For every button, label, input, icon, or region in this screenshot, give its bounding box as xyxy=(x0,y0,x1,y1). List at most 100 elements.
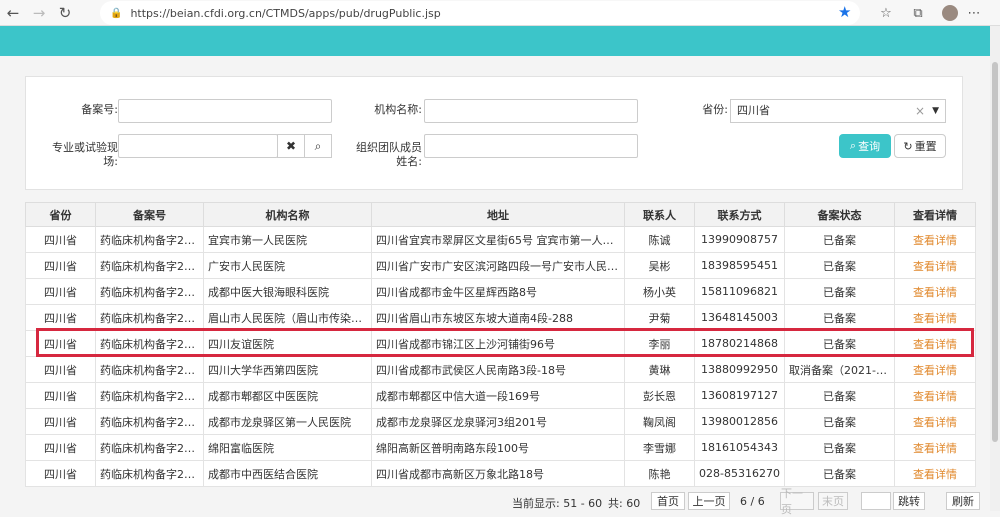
refresh-button[interactable]: 刷新 xyxy=(946,492,980,510)
cell-contact: 陈诚 xyxy=(624,226,695,253)
last-page-button[interactable]: 末页 xyxy=(818,492,848,510)
team-label-line2: 姓名: xyxy=(396,155,422,168)
cell-status: 已备案 xyxy=(784,408,895,435)
cell-record-no: 药临床机构备字20210... xyxy=(95,408,204,435)
table-row: 四川省药临床机构备字20210...成都市中西医结合医院四川省成都市高新区万象北… xyxy=(25,460,976,487)
results-table-wrap: 省份 备案号 机构名称 地址 联系人 联系方式 备案状态 查看详情 四川省 药临床… xyxy=(25,202,976,487)
cell-address: 四川省眉山市东坡区东坡大道南4段-288 xyxy=(371,304,625,331)
column-header: 省份 xyxy=(25,202,96,227)
province-label: 省份: xyxy=(702,103,728,116)
cell-org: 成都中医大银海眼科医院 xyxy=(203,278,372,305)
search-icon: ⌕ xyxy=(849,139,857,152)
table-row: 四川省药临床机构备字20210...四川友谊医院四川省成都市锦江区上沙河铺街96… xyxy=(25,330,976,357)
cell-record-no: 药临床机构备字20210... xyxy=(95,434,204,461)
column-header: 地址 xyxy=(371,202,625,227)
clear-icon[interactable]: × xyxy=(915,100,925,122)
column-header: 备案状态 xyxy=(784,202,895,227)
table-row: 四川省药临床机构备字20210...广安市人民医院四川省广安市广安区滨河路四段一… xyxy=(25,252,976,279)
pagination-bar: 当前显示: 51 - 60 共: 60 首页 上一页 6 / 6 下一页 末页 … xyxy=(0,487,990,516)
cell-org: 绵阳富临医院 xyxy=(203,434,372,461)
site-banner xyxy=(0,26,990,56)
favorites-icon[interactable]: ☆ xyxy=(870,0,902,26)
record-no-input[interactable] xyxy=(118,99,332,123)
cell-status: 取消备案（2021-11-26） xyxy=(784,356,895,383)
province-select[interactable]: 四川省 × ▼ xyxy=(730,99,946,123)
table-row: 四川省药临床机构备字20210...四川大学华西第四医院四川省成都市武侯区人民南… xyxy=(25,356,976,383)
query-label: 查询 xyxy=(858,140,881,153)
record-no-label: 备案号: xyxy=(81,103,118,116)
jump-page-input[interactable] xyxy=(861,492,891,510)
view-detail-link[interactable]: 查看详情 xyxy=(894,304,976,331)
view-detail-link[interactable]: 查看详情 xyxy=(894,408,976,435)
view-detail-link[interactable]: 查看详情 xyxy=(894,382,976,409)
view-detail-link[interactable]: 查看详情 xyxy=(894,278,976,305)
cell-record-no: 药临床机构备字20210... xyxy=(95,252,204,279)
close-icon: ✖ xyxy=(285,139,297,153)
cell-status: 已备案 xyxy=(784,330,895,357)
collections-icon[interactable]: ⧉ xyxy=(902,0,934,26)
first-page-button[interactable]: 首页 xyxy=(651,492,685,510)
bookmark-star-icon[interactable]: ★ xyxy=(838,3,851,21)
clear-specialty-button[interactable]: ✖ xyxy=(277,134,305,158)
cell-contact: 鞠凤阁 xyxy=(624,408,695,435)
cell-province: 四川省 xyxy=(25,330,96,357)
specialty-input[interactable] xyxy=(118,134,278,158)
cell-status: 已备案 xyxy=(784,382,895,409)
forward-icon[interactable]: → xyxy=(26,0,52,26)
cell-address: 四川省宜宾市翠屏区文星街65号 宜宾市第一人民医... xyxy=(371,226,625,253)
prev-page-button[interactable]: 上一页 xyxy=(688,492,730,510)
province-value: 四川省 xyxy=(737,104,770,117)
cell-contact: 尹菊 xyxy=(624,304,695,331)
cell-phone: 18780214868 xyxy=(694,330,785,357)
view-detail-link[interactable]: 查看详情 xyxy=(894,460,976,487)
specialty-search-button[interactable]: ⌕ xyxy=(304,134,332,158)
view-detail-link[interactable]: 查看详情 xyxy=(894,330,976,357)
team-member-input[interactable] xyxy=(424,134,638,158)
cell-status: 已备案 xyxy=(784,304,895,331)
table-row: 四川省药临床机构备字20210...绵阳富临医院绵阳高新区普明南路东段100号李… xyxy=(25,434,976,461)
refresh-icon[interactable]: ↻ xyxy=(52,0,78,26)
cell-province: 四川省 xyxy=(25,408,96,435)
cell-org: 宜宾市第一人民医院 xyxy=(203,226,372,253)
table-row: 四川省药临床机构备字20210...成都市龙泉驿区第一人民医院成都市龙泉驿区龙泉… xyxy=(25,408,976,435)
table-header-row: 省份 备案号 机构名称 地址 联系人 联系方式 备案状态 查看详情 xyxy=(25,202,976,227)
cell-address: 成都市龙泉驿区龙泉驿河3组201号 xyxy=(371,408,625,435)
page-scrollbar[interactable] xyxy=(990,26,1000,511)
org-name-label: 机构名称: xyxy=(374,103,422,116)
column-header: 机构名称 xyxy=(203,202,372,227)
cell-province: 四川省 xyxy=(25,278,96,305)
cell-address: 四川省成都市锦江区上沙河铺街96号 xyxy=(371,330,625,357)
more-menu-icon[interactable]: ⋯ xyxy=(958,0,990,26)
cell-contact: 李丽 xyxy=(624,330,695,357)
table-row: 四川省药临床机构备字20210...眉山市人民医院（眉山市传染病医院）四川省眉山… xyxy=(25,304,976,331)
view-detail-link[interactable]: 查看详情 xyxy=(894,356,976,383)
view-detail-link[interactable]: 查看详情 xyxy=(894,226,976,253)
cell-org: 成都市郫都区中医医院 xyxy=(203,382,372,409)
table-row: 四川省药临床机构备字20210...成都中医大银海眼科医院四川省成都市金牛区星辉… xyxy=(25,278,976,305)
cell-contact: 李雪娜 xyxy=(624,434,695,461)
query-button[interactable]: ⌕ 查询 xyxy=(839,134,891,158)
cell-phone: 18161054343 xyxy=(694,434,785,461)
reset-button[interactable]: ↻ 重置 xyxy=(894,134,946,158)
cell-org: 广安市人民医院 xyxy=(203,252,372,279)
cell-address: 四川省成都市武侯区人民南路3段-18号 xyxy=(371,356,625,383)
cell-org: 眉山市人民医院（眉山市传染病医院） xyxy=(203,304,372,331)
view-detail-link[interactable]: 查看详情 xyxy=(894,434,976,461)
cell-contact: 吴彬 xyxy=(624,252,695,279)
back-icon[interactable]: ← xyxy=(0,0,26,26)
cell-phone: 028-85316270 xyxy=(694,460,785,487)
profile-avatar[interactable] xyxy=(942,5,958,21)
cell-phone: 13608197127 xyxy=(694,382,785,409)
next-page-button[interactable]: 下一页 xyxy=(780,487,814,516)
cell-province: 四川省 xyxy=(25,382,96,409)
cell-org: 四川大学华西第四医院 xyxy=(203,356,372,383)
view-detail-link[interactable]: 查看详情 xyxy=(894,252,976,279)
url-text: https://beian.cfdi.org.cn/CTMDS/apps/pub… xyxy=(130,6,441,20)
cell-phone: 13980012856 xyxy=(694,408,785,435)
org-name-input[interactable] xyxy=(424,99,638,123)
scrollbar-thumb[interactable] xyxy=(992,62,998,442)
address-bar[interactable]: 🔒 https://beian.cfdi.org.cn/CTMDS/apps/p… xyxy=(100,1,860,25)
cell-contact: 杨小英 xyxy=(624,278,695,305)
jump-button[interactable]: 跳转 xyxy=(893,492,925,510)
cell-address: 成都市郫都区中信大道一段169号 xyxy=(371,382,625,409)
